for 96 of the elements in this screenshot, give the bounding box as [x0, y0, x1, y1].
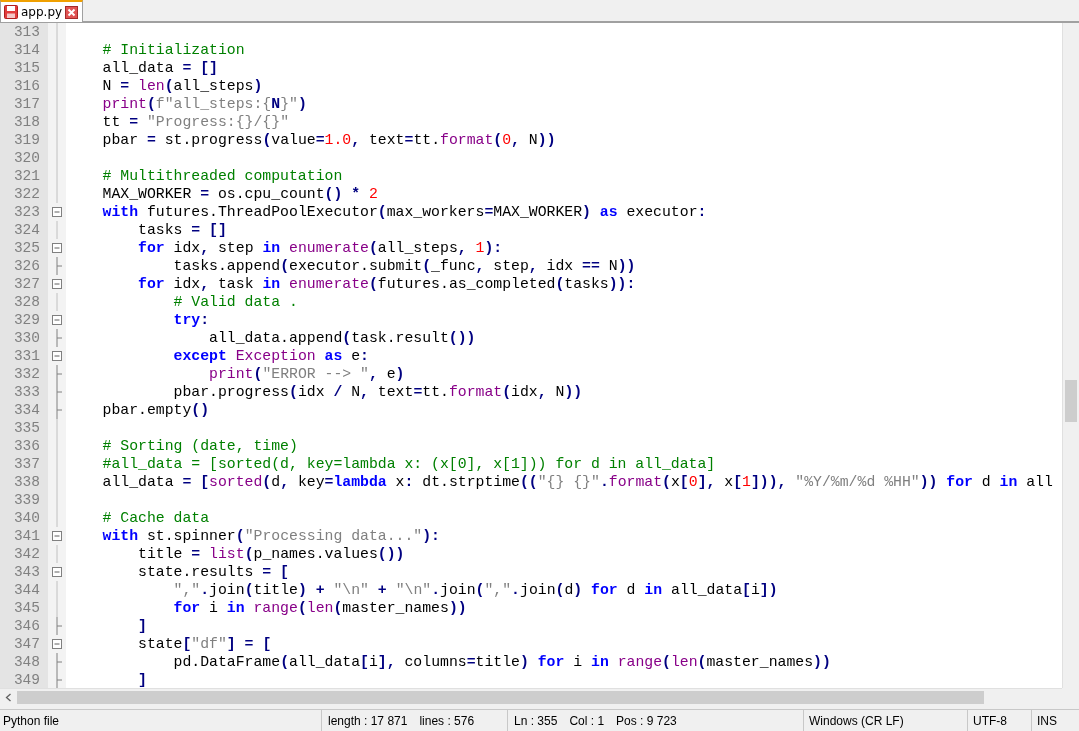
code-line: pd.DataFrame(all_data[i], columns=title) for i in range(len(master_names)): [172, 653, 831, 671]
code-line: tasks = []: [137, 221, 227, 239]
fold-end-line: [56, 329, 62, 347]
code-line: state["df"] = [: [137, 635, 272, 653]
code-line: title = list(p_names.values()): [137, 545, 405, 563]
code-line: print(f"all_steps:{N}"): [101, 95, 307, 113]
line-number: 319: [0, 131, 48, 149]
code-line: try:: [172, 311, 210, 329]
line-number: 316: [0, 77, 48, 95]
line-number: 320: [0, 149, 48, 167]
fold-end-line: [56, 257, 62, 275]
code-line: for i in range(len(master_names)): [172, 599, 467, 617]
line-number: 327: [0, 275, 48, 293]
length-label: length : 17 871: [328, 713, 408, 728]
code-line: pbar.empty(): [101, 401, 210, 419]
line-number: 324: [0, 221, 48, 239]
vertical-scrollbar[interactable]: [1062, 23, 1079, 688]
fold-end-line: [56, 617, 62, 635]
insert-mode-label: INS: [1037, 713, 1057, 728]
line-number: 313: [0, 23, 48, 41]
line-number: 317: [0, 95, 48, 113]
line-number: 346: [0, 617, 48, 635]
line-number: 338: [0, 473, 48, 491]
line-number: 343: [0, 563, 48, 581]
position-label: Pos : 9 723: [616, 713, 677, 728]
fold-toggle[interactable]: [52, 639, 62, 649]
line-number: 348: [0, 653, 48, 671]
file-tab[interactable]: app.py: [0, 0, 84, 22]
fold-toggle[interactable]: [52, 567, 62, 577]
line-number: 328: [0, 293, 48, 311]
code-line: ",".join(title) + "\n" + "\n".join(",".join(d) for d in all_data[i]): [172, 581, 778, 599]
line-number: 331: [0, 347, 48, 365]
line-number: 334: [0, 401, 48, 419]
code-line: #all_data = [sorted(d, key=lambda x: (x[0], x[1])) for d in all_data]: [101, 455, 716, 473]
line-number: 347: [0, 635, 48, 653]
line-number: 341: [0, 527, 48, 545]
horizontal-scrollbar[interactable]: [0, 688, 1062, 705]
close-icon[interactable]: [65, 5, 79, 19]
scrollbar-thumb[interactable]: [17, 690, 984, 704]
code-line: # Cache data: [101, 509, 210, 527]
code-line: except Exception as e:: [172, 347, 369, 365]
fold-toggle[interactable]: [52, 531, 62, 541]
code-line: for idx, task in enumerate(futures.as_completed(tasks)):: [137, 275, 636, 293]
code-line: pbar = st.progress(value=1.0, text=tt.format(0, N)): [101, 131, 556, 149]
line-number: 340: [0, 509, 48, 527]
code-line: # Multithreaded computation: [101, 167, 343, 185]
scrollbar-thumb[interactable]: [1065, 380, 1077, 422]
line-number: 336: [0, 437, 48, 455]
code-line: with st.spinner("Processing data..."):: [101, 527, 440, 545]
line-ending-label: Windows (CR LF): [809, 713, 904, 728]
code-line: print("ERROR --> ", e): [208, 365, 405, 383]
line-number: 330: [0, 329, 48, 347]
line-number: 349: [0, 671, 48, 688]
code-line: # Valid data .: [172, 293, 298, 311]
line-number: 315: [0, 59, 48, 77]
line-number: 322: [0, 185, 48, 203]
line-number: 345: [0, 599, 48, 617]
code-line: ]: [137, 617, 147, 635]
code-line: # Sorting (date, time): [101, 437, 298, 455]
line-number: 326: [0, 257, 48, 275]
code-line: all_data = []: [101, 59, 218, 77]
code-line: with futures.ThreadPoolExecutor(max_workers=MAX_WORKER) as executor:: [101, 203, 707, 221]
line-number: 344: [0, 581, 48, 599]
line-number: 342: [0, 545, 48, 563]
code-line: all_data = [sorted(d, key=lambda x: dt.strptime(("{} {}".format(x[0], x[1])), "%Y/%m/%d %HH")) for d in all: [101, 473, 1053, 491]
line-number: 332: [0, 365, 48, 383]
line-number: 314: [0, 41, 48, 59]
line-number: 323: [0, 203, 48, 221]
fold-toggle[interactable]: [52, 351, 62, 361]
code-line: MAX_WORKER = os.cpu_count() * 2: [101, 185, 378, 203]
fold-toggle[interactable]: [52, 315, 62, 325]
code-line: all_data.append(task.result()): [208, 329, 476, 347]
code-line: tt = "Progress:{}/{}": [101, 113, 289, 131]
code-line: N = len(all_steps): [101, 77, 263, 95]
line-position-label: Ln : 355: [514, 713, 558, 728]
fold-toggle[interactable]: [52, 243, 62, 253]
code-line: pbar.progress(idx / N, text=tt.format(idx, N)): [172, 383, 583, 401]
code-line: tasks.append(executor.submit(_func, step, idx == N)): [172, 257, 636, 275]
code-line: # Initialization: [101, 41, 245, 59]
line-number: 329: [0, 311, 48, 329]
fold-toggle[interactable]: [52, 207, 62, 217]
line-number: 333: [0, 383, 48, 401]
line-number: 321: [0, 167, 48, 185]
lines-label: lines : 576: [419, 713, 475, 728]
line-number: 325: [0, 239, 48, 257]
code-line: state.results = [: [137, 563, 289, 581]
file-type-label: Python file: [3, 713, 60, 728]
line-number: 335: [0, 419, 48, 437]
line-number: 318: [0, 113, 48, 131]
fold-toggle[interactable]: [52, 279, 62, 289]
column-label: Col : 1: [569, 713, 605, 728]
encoding-label: UTF-8: [973, 713, 1007, 728]
code-line: for idx, step in enumerate(all_steps, 1):: [137, 239, 503, 257]
line-number: 339: [0, 491, 48, 509]
line-number: 337: [0, 455, 48, 473]
code-line: ]: [137, 671, 147, 688]
